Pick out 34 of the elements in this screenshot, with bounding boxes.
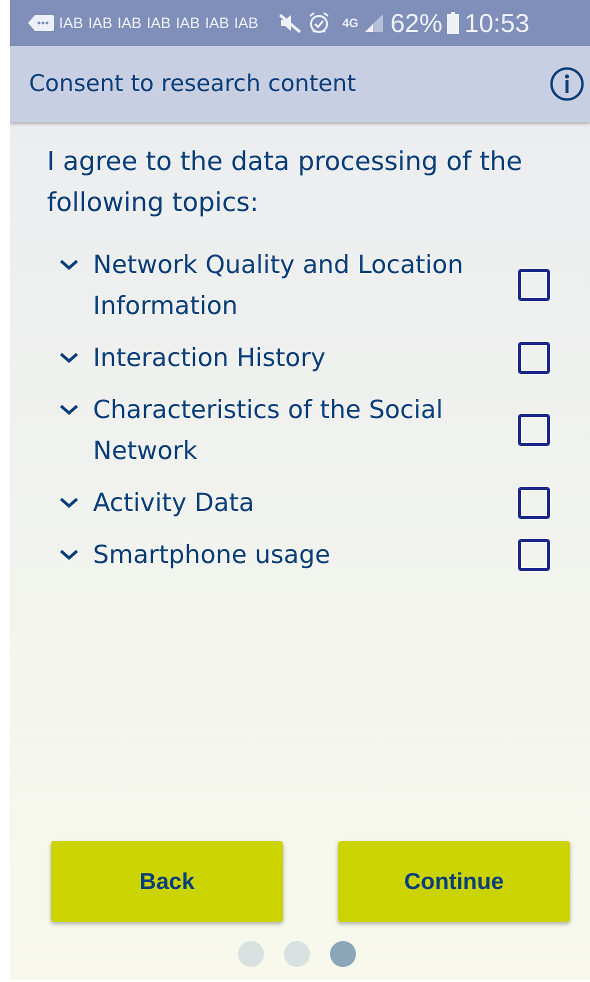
info-button[interactable] — [550, 67, 584, 101]
mute-icon — [278, 12, 302, 34]
battery-text: 62% — [390, 8, 442, 38]
notification-text: IAB — [117, 14, 142, 32]
topic-toggle[interactable]: Network Quality and Location Information — [47, 244, 487, 326]
checkbox[interactable] — [518, 414, 550, 446]
nav-button[interactable]: Continue — [338, 841, 570, 922]
checkbox[interactable] — [518, 486, 550, 518]
page-dot[interactable] — [284, 941, 310, 967]
topic-toggle[interactable]: Activity Data — [47, 482, 487, 523]
message-icon — [28, 14, 54, 32]
checkbox[interactable] — [518, 269, 550, 301]
topic-toggle[interactable]: Characteristics of the Social Network — [47, 389, 487, 471]
notification-text: IAB — [204, 14, 230, 32]
topic-toggle[interactable]: Interaction History — [47, 337, 487, 378]
notification-text: IAB — [146, 14, 171, 32]
signal-icon — [363, 13, 386, 33]
page-dot[interactable] — [330, 941, 356, 967]
alarm-icon — [307, 11, 332, 35]
nav-button[interactable]: Back — [51, 841, 283, 922]
topic-toggle[interactable]: Smartphone usage — [47, 534, 487, 575]
info-icon — [550, 67, 584, 101]
intro-text: I agree to the data processing of the following topics: — [47, 146, 524, 220]
checkbox[interactable] — [518, 342, 550, 374]
notification-text: IAB — [176, 14, 200, 32]
checkbox[interactable] — [518, 538, 550, 570]
notification-text: IAB — [234, 14, 258, 32]
clock-text: 10:53 — [464, 8, 530, 38]
notification-text: IAB — [59, 14, 84, 32]
network-text: 4G — [342, 16, 358, 30]
page-dot[interactable] — [238, 941, 264, 967]
battery-icon — [447, 12, 460, 34]
screen-title: Consent to research content — [29, 71, 356, 97]
notification-text: IAB — [88, 14, 112, 32]
